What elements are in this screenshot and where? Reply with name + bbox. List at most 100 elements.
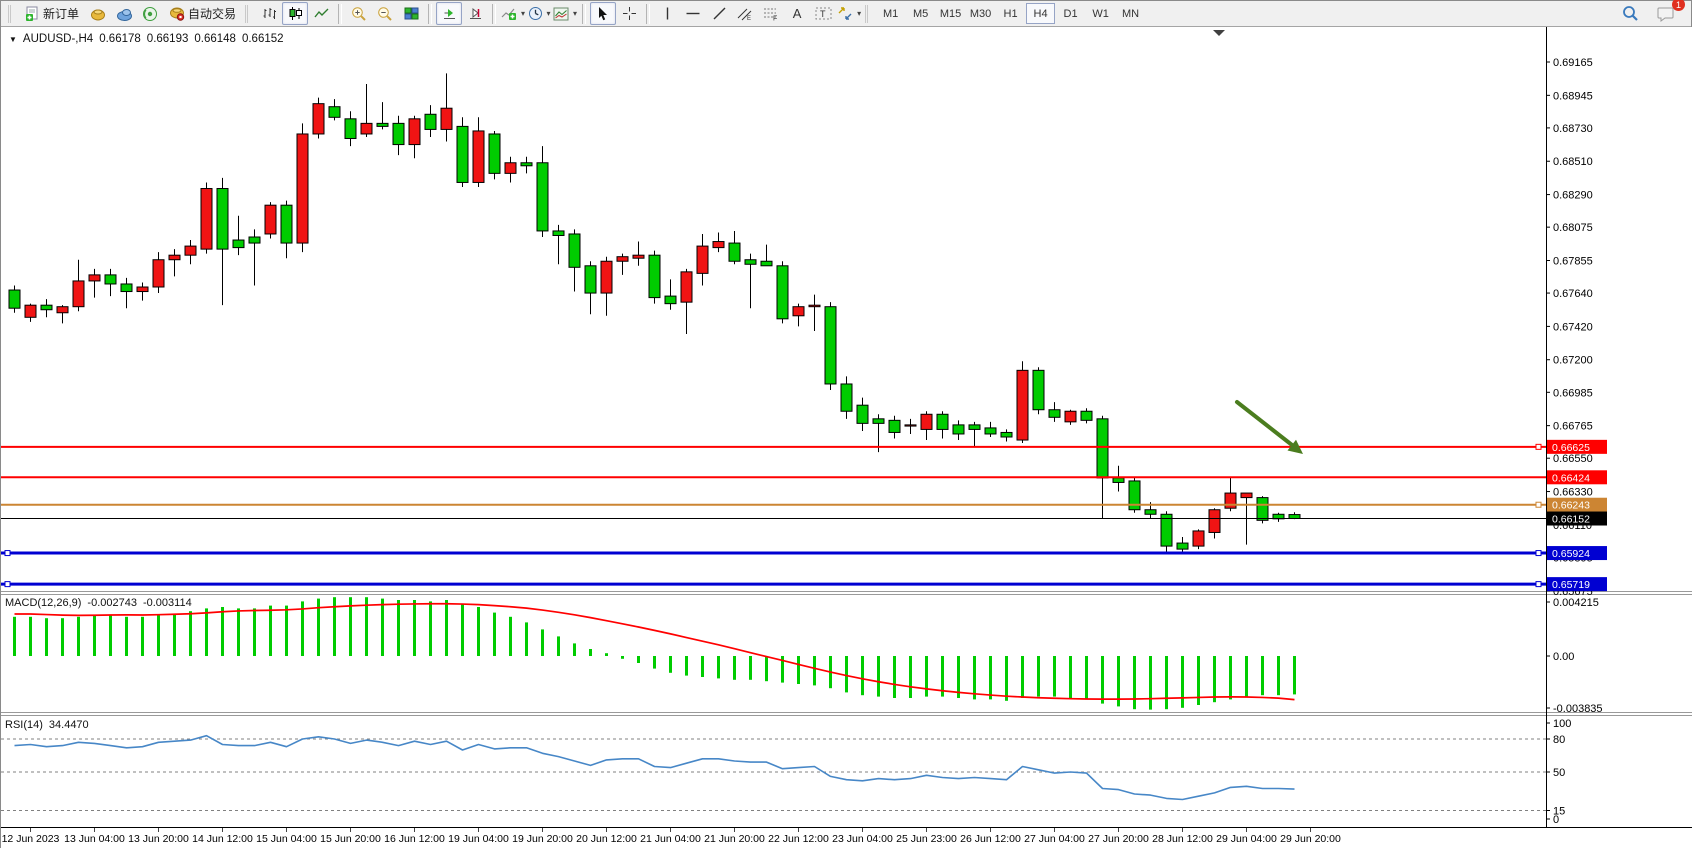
time-tick-label: 13 Jun 20:00	[128, 833, 189, 845]
new-order-icon	[25, 6, 40, 21]
new-order-button[interactable]: 新订单	[19, 2, 85, 25]
fibonacci-button[interactable]: F	[758, 2, 784, 25]
channel-icon: E	[737, 6, 753, 21]
chart-canvas[interactable]: 0.691650.689450.687300.685100.682900.680…	[1, 27, 1692, 848]
price-tick-label: 0.67855	[1553, 255, 1593, 267]
algo-trading-icon	[169, 6, 185, 21]
algo-trading-button[interactable]: 自动交易	[163, 2, 242, 25]
search-icon	[1622, 5, 1639, 22]
macd-main-value: -0.002743	[87, 597, 137, 609]
macd-indicator-name: MACD(12,26,9)	[5, 597, 81, 609]
indicators-button[interactable]: ▾	[500, 2, 526, 25]
candle-body	[105, 275, 116, 284]
periods-button[interactable]: ▾	[526, 2, 552, 25]
crosshair-button[interactable]	[616, 2, 642, 25]
market-button[interactable]	[85, 2, 111, 25]
time-tick-label: 19 Jun 04:00	[448, 833, 509, 845]
algo-trading-label: 自动交易	[188, 5, 236, 22]
text-button[interactable]: A	[784, 2, 810, 25]
candle-body	[9, 290, 20, 308]
support-lower-handle[interactable]	[5, 582, 10, 587]
time-tick-label: 21 Jun 04:00	[640, 833, 701, 845]
candle-body	[665, 296, 676, 304]
candle-body	[473, 131, 484, 183]
candle-body	[25, 305, 36, 317]
macd-histogram-bar	[877, 656, 880, 697]
support-upper-handle[interactable]	[5, 551, 10, 556]
candle-body	[729, 243, 740, 261]
toolbar-grip[interactable]	[245, 5, 253, 23]
timeframe-d1[interactable]: D1	[1056, 3, 1085, 24]
signals-button[interactable]	[137, 2, 163, 25]
macd-histogram-bar	[93, 615, 96, 656]
toolbar-grip[interactable]	[8, 5, 16, 23]
chart-high-value: 0.66193	[147, 33, 189, 45]
macd-histogram-bar	[461, 604, 464, 656]
search-button[interactable]	[1617, 2, 1643, 25]
svg-text:E: E	[747, 16, 751, 21]
horizontal-line-button[interactable]	[680, 2, 706, 25]
trendline-button[interactable]	[706, 2, 732, 25]
line-chart-button[interactable]	[308, 2, 334, 25]
macd-tick-label: 0.004215	[1553, 597, 1599, 609]
cloud-icon	[116, 7, 133, 21]
macd-histogram-bar	[109, 615, 112, 656]
rsi-line	[15, 736, 1295, 800]
vertical-line-icon	[661, 6, 674, 21]
macd-histogram-bar	[29, 617, 32, 656]
timeframe-m30[interactable]: M30	[966, 3, 995, 24]
auto-scroll-button[interactable]	[436, 2, 462, 25]
macd-histogram-bar	[1069, 656, 1072, 698]
notifications-button[interactable]: 1	[1653, 2, 1679, 25]
macd-histogram-bar	[173, 614, 176, 656]
chart-shift-icon	[468, 6, 483, 21]
macd-histogram-bar	[525, 622, 528, 656]
one-click-trading-toggle[interactable]: ▼	[9, 35, 17, 44]
zoom-out-icon	[377, 6, 393, 22]
macd-histogram-bar	[61, 618, 64, 656]
zoom-out-button[interactable]	[372, 2, 398, 25]
chevron-down-icon: ▾	[521, 9, 525, 18]
macd-histogram-bar	[141, 617, 144, 656]
candle-body	[89, 275, 100, 281]
time-tick-label: 13 Jun 04:00	[64, 833, 125, 845]
candle-body	[57, 307, 68, 313]
candlestick-chart-button[interactable]	[282, 2, 308, 25]
timeframe-m15[interactable]: M15	[936, 3, 965, 24]
candle-body	[969, 425, 980, 430]
candle-body	[1017, 370, 1028, 440]
support-lower-handle[interactable]	[1536, 582, 1541, 587]
bar-chart-button[interactable]	[256, 2, 282, 25]
pivot-line-handle[interactable]	[1536, 502, 1541, 507]
channel-button[interactable]: E	[732, 2, 758, 25]
zoom-in-button[interactable]	[346, 2, 372, 25]
arrows-button[interactable]: ▾	[836, 2, 862, 25]
macd-histogram-bar	[269, 606, 272, 656]
time-tick-label: 16 Jun 12:00	[384, 833, 445, 845]
candle-body	[1209, 510, 1220, 533]
signals-icon	[142, 6, 158, 21]
toolbar-grip[interactable]	[865, 5, 873, 23]
cursor-button[interactable]	[590, 2, 616, 25]
timeframe-h4[interactable]: H4	[1026, 3, 1055, 24]
annotation-arrow[interactable]	[1237, 402, 1292, 445]
timeframe-h1[interactable]: H1	[996, 3, 1025, 24]
timeframe-w1[interactable]: W1	[1086, 3, 1115, 24]
label-button[interactable]: T	[810, 2, 836, 25]
support-upper-handle[interactable]	[1536, 551, 1541, 556]
templates-button[interactable]: ▾	[552, 2, 578, 25]
toolbar-separator	[492, 4, 496, 24]
timeframe-m1[interactable]: M1	[876, 3, 905, 24]
tile-windows-button[interactable]	[398, 2, 424, 25]
community-button[interactable]	[111, 2, 137, 25]
vertical-line-button[interactable]	[654, 2, 680, 25]
macd-histogram-bar	[397, 600, 400, 656]
resistance-upper-handle[interactable]	[1536, 444, 1541, 449]
chart-shift-button[interactable]	[462, 2, 488, 25]
timeframe-m5[interactable]: M5	[906, 3, 935, 24]
time-tick-label: 29 Jun 20:00	[1280, 833, 1341, 845]
macd-histogram-bar	[893, 656, 896, 698]
chart-shift-marker[interactable]	[1213, 30, 1225, 36]
timeframe-mn[interactable]: MN	[1116, 3, 1145, 24]
toolbar-separator	[338, 4, 342, 24]
